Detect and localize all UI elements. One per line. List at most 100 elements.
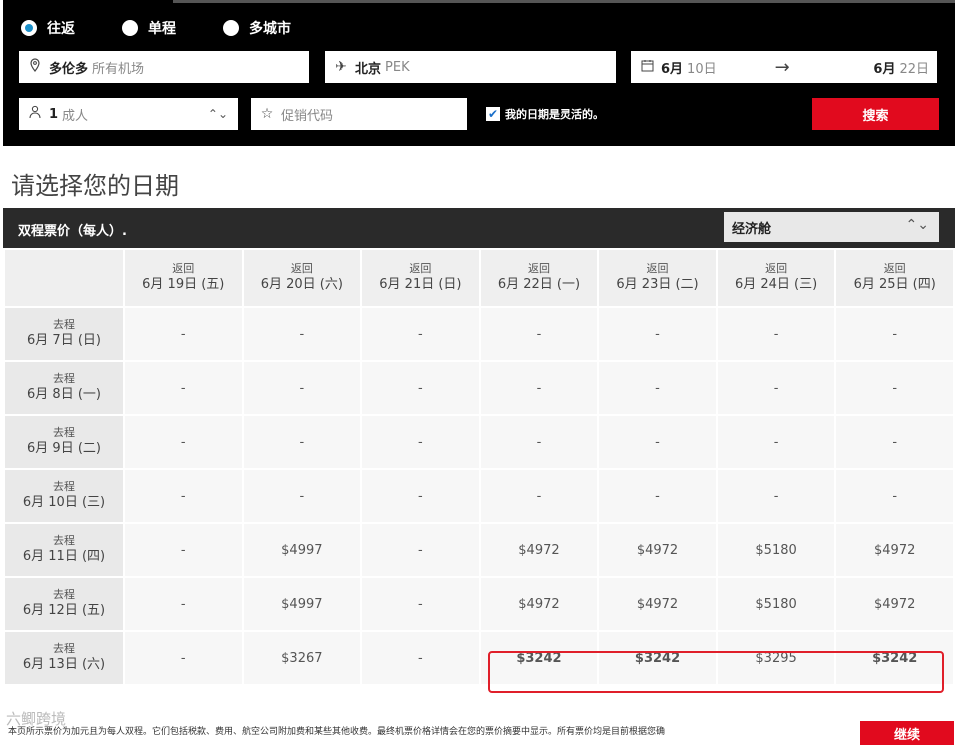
depart-label: 去程 (53, 372, 75, 385)
radio-icon[interactable] (122, 20, 138, 36)
return-label: 返回 (172, 262, 195, 275)
fare-cell-unavailable: - (123, 576, 244, 632)
up-down-chevron-icon: ⌃⌄ (905, 217, 929, 233)
return-date: 6月 19日 (五) (142, 277, 225, 292)
depart-date-header: 去程 6月 7日 (日) (3, 306, 125, 362)
fare-cell-unavailable: - (834, 360, 955, 416)
depart-date: 6月 8日 (一) (27, 387, 101, 402)
promo-placeholder: 促销代码 (281, 108, 334, 124)
fare-cell-unavailable: - (123, 522, 244, 578)
fare-cell-unavailable: - (597, 468, 718, 524)
radio-icon[interactable] (223, 20, 239, 36)
page-title: 请选择您的日期 (11, 172, 179, 200)
depart-label: 去程 (53, 426, 75, 439)
depart-date: 6月 11日 (四) (22, 549, 106, 564)
depart-label: 去程 (53, 642, 75, 655)
fare-cell[interactable]: $4972 (834, 522, 955, 578)
return-date[interactable]: 6月 22日 (873, 58, 929, 77)
passenger-count: 1 (49, 106, 59, 122)
depart-label: 去程 (53, 480, 75, 493)
fare-cell-unavailable: - (360, 306, 481, 362)
fare-cell-unavailable: - (360, 522, 481, 578)
depart-date: 6月 7日 (日) (27, 333, 101, 348)
fare-cell[interactable]: $5180 (715, 522, 837, 578)
fare-cell[interactable]: $4972 (478, 522, 600, 578)
depart-date-header: 去程 6月 10日 (三) (3, 468, 125, 524)
search-button[interactable]: 搜索 (812, 98, 939, 130)
origin-detail: 所有机场 (92, 61, 145, 77)
destination-field[interactable]: ✈ 北京 PEK (325, 51, 616, 83)
trip-type-roundtrip[interactable]: 往返 (21, 18, 75, 38)
return-date-header: 返回 6月 21日 (日) (360, 248, 481, 308)
fare-cell-unavailable: - (360, 360, 481, 416)
trip-type-oneway[interactable]: 单程 (122, 18, 176, 38)
date-range-field[interactable]: 6月 10日 → 6月 22日 (631, 51, 937, 83)
depart-label: 去程 (53, 318, 75, 331)
destination-city: 北京 (355, 61, 382, 77)
fare-grid-header: 双程票价（每人）. 经济舱 ⌃⌄ (3, 208, 955, 248)
fare-cell[interactable]: $4972 (478, 576, 600, 632)
continue-button[interactable]: 继续 (860, 721, 954, 745)
fare-row: 去程 6月 12日 (五) - $4997- $4972 $4972 $5180 $4972 (3, 576, 955, 632)
fare-cell[interactable]: $4997 (241, 522, 363, 578)
fare-cell[interactable]: $3267 (241, 630, 363, 686)
fare-cell-unavailable: - (478, 360, 600, 416)
fare-cell-unavailable: - (715, 468, 837, 524)
depart-date[interactable]: 6月 10日 (661, 58, 717, 77)
fare-row: 去程 6月 11日 (四) - $4997- $4972 $4972 $5180 $4972 (3, 522, 955, 578)
fare-cell-unavailable: - (478, 468, 600, 524)
up-down-chevron-icon: ⌃⌄ (207, 107, 228, 121)
fare-cell[interactable]: $5180 (715, 576, 837, 632)
fare-cell-unavailable: - (597, 360, 718, 416)
fare-grid-title: 双程票价（每人）. (18, 224, 127, 239)
fare-cell-unavailable: - (360, 576, 481, 632)
trip-type-label: 往返 (47, 21, 75, 37)
fare-cell[interactable]: $4972 (834, 576, 955, 632)
promo-code-field[interactable]: ☆ 促销代码 (251, 98, 467, 130)
fare-cell-unavailable: - (834, 468, 955, 524)
origin-city: 多伦多 (49, 61, 89, 77)
return-date: 6月 23日 (二) (616, 277, 699, 292)
depart-label: 去程 (53, 588, 75, 601)
checkmark-icon[interactable]: ✔ (486, 107, 500, 121)
fare-cell-unavailable: - (123, 468, 244, 524)
radio-selected-icon[interactable] (21, 20, 37, 36)
trip-type-multicity[interactable]: 多城市 (223, 18, 291, 38)
fare-cell[interactable]: $4997 (241, 576, 363, 632)
plane-icon: ✈ (335, 59, 347, 75)
flexible-dates-checkbox[interactable]: ✔ 我的日期是灵活的。 (486, 106, 604, 122)
passenger-label: 成人 (62, 108, 89, 124)
fare-cell-unavailable: - (597, 414, 718, 470)
depart-date-header: 去程 6月 11日 (四) (3, 522, 125, 578)
fare-cell[interactable]: $4972 (597, 576, 718, 632)
star-icon: ☆ (260, 106, 274, 122)
return-month: 6月 (873, 61, 896, 77)
trip-type-label: 单程 (148, 21, 176, 37)
lowest-fares-highlight (488, 651, 944, 693)
depart-day: 10日 (687, 61, 717, 77)
cabin-class-select[interactable]: 经济舱 ⌃⌄ (724, 212, 939, 242)
fare-cell-unavailable: - (478, 306, 600, 362)
depart-date: 6月 9日 (二) (27, 441, 101, 456)
fare-cell[interactable]: $4972 (597, 522, 718, 578)
origin-field[interactable]: 多伦多 所有机场 (19, 51, 309, 83)
return-date-header: 返回 6月 20日 (六) (241, 248, 363, 308)
fare-cell-unavailable: - (123, 414, 244, 470)
depart-date: 6月 10日 (三) (22, 495, 106, 510)
return-day: 22日 (899, 61, 929, 77)
return-date-header: 返回 6月 23日 (二) (597, 248, 718, 308)
return-date-header: 返回 6月 22日 (一) (478, 248, 600, 308)
location-pin-icon (27, 58, 43, 76)
return-date-header: 返回 6月 25日 (四) (834, 248, 955, 308)
cabin-class-value: 经济舱 (732, 221, 772, 237)
fare-cell-unavailable: - (597, 306, 718, 362)
depart-date: 6月 12日 (五) (22, 603, 106, 618)
fare-cell-unavailable: - (715, 306, 837, 362)
corner-cell (3, 248, 125, 308)
return-date-header-row: 返回 6月 19日 (五) 返回 6月 20日 (六) 返回 6月 21日 (日) 返回 6月… (3, 248, 955, 308)
passenger-selector[interactable]: 1 成人 ⌃⌄ (19, 98, 238, 130)
arrow-right-icon: → (774, 56, 790, 78)
return-date-header: 返回 6月 19日 (五) (123, 248, 244, 308)
return-date: 6月 21日 (日) (379, 277, 462, 292)
depart-label: 去程 (53, 534, 75, 547)
